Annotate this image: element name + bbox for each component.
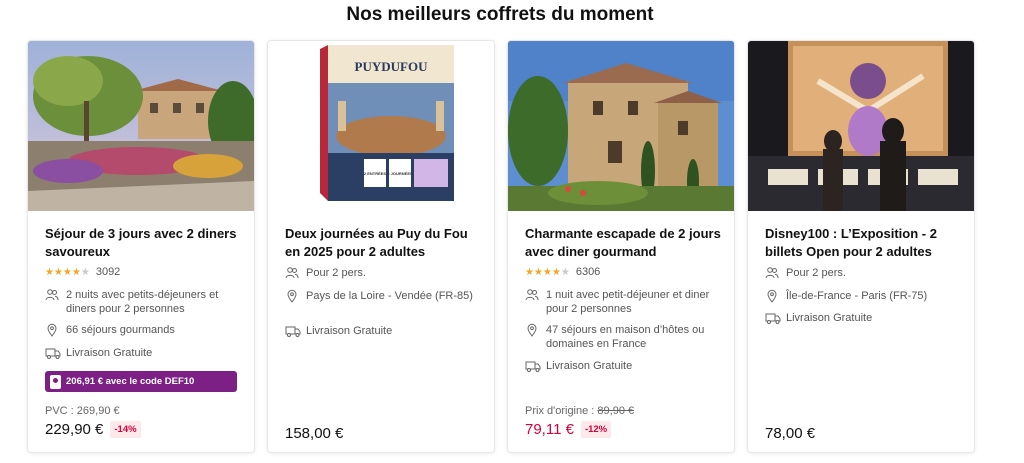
truck-icon <box>525 359 539 373</box>
product-title[interactable]: Deux journées au Puy du Fou en 2025 pour… <box>285 225 485 261</box>
price: 158,00 € <box>285 425 344 442</box>
truck-icon <box>285 324 299 338</box>
product-title[interactable]: Séjour de 3 jours avec 2 diners savoureu… <box>45 225 245 261</box>
feature-location: 47 séjours en maison d’hôtes ou domaines… <box>525 323 725 351</box>
box-badge-days: 2 JOURNÉES <box>387 171 413 176</box>
discount-badge: -14% <box>110 421 141 438</box>
promo-code-badge: 206,91 € avec le code DEF10 <box>45 371 237 392</box>
people-icon <box>525 288 539 316</box>
feature-location: Pays de la Loire - Vendée (FR-85) <box>285 289 485 303</box>
product-card-charmante-escapade[interactable]: Charmante escapade de 2 jours avec diner… <box>507 40 735 453</box>
price-row: 229,90 € -14% <box>45 421 141 438</box>
product-title[interactable]: Charmante escapade de 2 jours avec diner… <box>525 225 725 261</box>
star-rating-icons: ★★★★★ <box>525 266 570 278</box>
product-image[interactable] <box>748 41 974 211</box>
feature-location: 66 séjours gourmands <box>45 323 245 337</box>
box-brand-logo: PUYDUFOU <box>355 59 429 74</box>
product-title[interactable]: Disney100 : L’Exposition - 2 billets Ope… <box>765 225 965 261</box>
rating-count: 6306 <box>575 266 601 278</box>
product-card-sejour-3-jours[interactable]: Séjour de 3 jours avec 2 diners savoureu… <box>27 40 255 453</box>
location-pin-icon <box>45 323 59 337</box>
section-title: Nos meilleurs coffrets du moment <box>346 4 654 25</box>
feature-persons: 1 nuit avec petit-déjeuner et diner pour… <box>525 288 725 316</box>
feature-persons: Pour 2 pers. <box>285 266 485 280</box>
rating-count: 3092 <box>95 266 121 278</box>
people-icon <box>765 266 779 280</box>
truck-icon <box>45 346 59 360</box>
location-pin-icon <box>525 323 539 351</box>
feature-delivery: Livraison Gratuite <box>45 346 245 360</box>
people-icon <box>285 266 299 280</box>
feature-delivery: Livraison Gratuite <box>285 324 485 338</box>
coupon-icon <box>50 374 61 389</box>
product-image[interactable]: PUYDUFOU 2 ENTRÉES 2 JOURNÉES <box>268 41 494 211</box>
feature-persons: Pour 2 pers. <box>765 266 965 280</box>
rating: ★★★★★ 3092 <box>45 266 120 278</box>
product-card-disney100[interactable]: Disney100 : L’Exposition - 2 billets Ope… <box>747 40 975 453</box>
people-icon <box>45 288 59 316</box>
price: 229,90 € <box>45 421 104 438</box>
feature-delivery: Livraison Gratuite <box>765 311 965 325</box>
original-price: Prix d'origine : 89,90 € <box>525 405 635 417</box>
feature-delivery: Livraison Gratuite <box>525 359 725 373</box>
box-badge-entries: 2 ENTRÉES <box>364 171 387 176</box>
truck-icon <box>765 311 779 325</box>
star-rating-icons: ★★★★★ <box>45 266 90 278</box>
product-card-puy-du-fou[interactable]: PUYDUFOU 2 ENTRÉES 2 JOURNÉES Deux journ… <box>267 40 495 453</box>
rating: ★★★★★ 6306 <box>525 266 600 278</box>
original-price: PVC : 269,90 € <box>45 405 120 417</box>
price: 78,00 € <box>765 425 816 442</box>
price: 79,11 € <box>525 421 574 438</box>
product-image[interactable] <box>508 41 734 211</box>
discount-badge: -12% <box>580 421 612 438</box>
location-pin-icon <box>765 289 779 303</box>
feature-persons: 2 nuits avec petits-déjeuners et diners … <box>45 288 245 316</box>
location-pin-icon <box>285 289 299 303</box>
strikethrough-price: 89,90 € <box>597 405 635 417</box>
feature-location: Île-de-France - Paris (FR-75) <box>765 289 965 303</box>
price-row: 79,11 € -12% <box>525 421 612 438</box>
product-image[interactable] <box>28 41 254 211</box>
